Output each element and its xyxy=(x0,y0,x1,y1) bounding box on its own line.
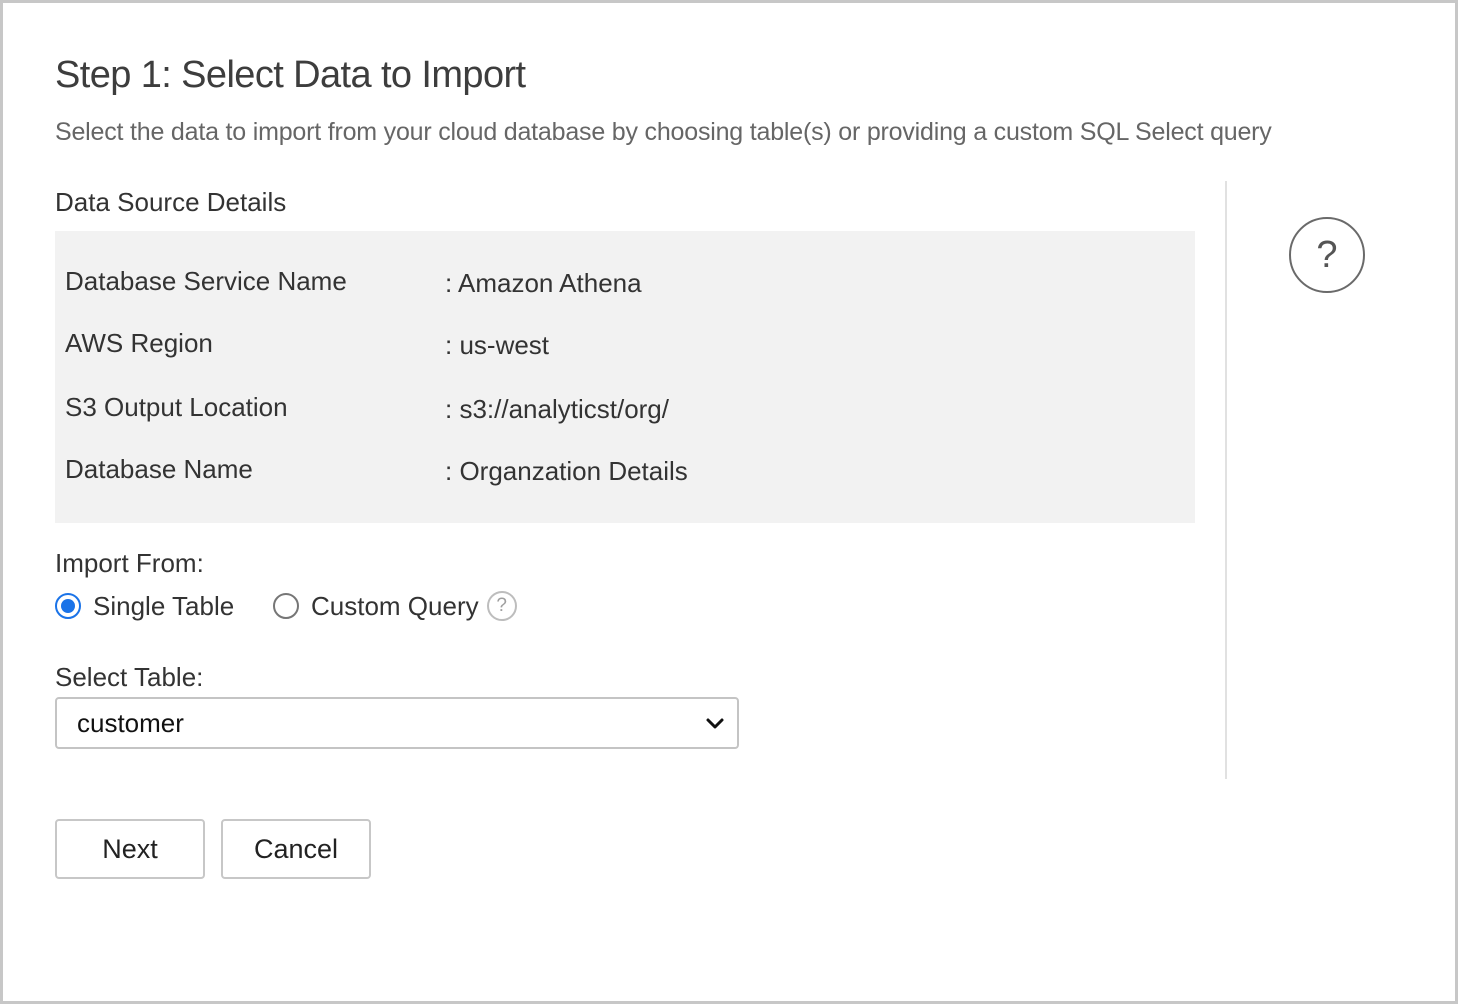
detail-label: AWS Region xyxy=(65,328,213,358)
next-button[interactable]: Next xyxy=(55,819,205,879)
radio-label: Custom Query xyxy=(311,591,479,621)
detail-row-s3-output: S3 Output Location s3://analyticst/org/ xyxy=(65,387,1185,427)
page-title: Step 1: Select Data to Import xyxy=(55,54,526,96)
help-circle-icon[interactable]: ? xyxy=(1289,217,1365,293)
detail-label: Database Name xyxy=(65,454,253,484)
radio-single-table[interactable]: Single Table xyxy=(55,587,234,625)
data-source-heading: Data Source Details xyxy=(55,187,287,217)
custom-query-help-icon[interactable]: ? xyxy=(486,591,517,621)
detail-value: s3://analyticst/org/ xyxy=(445,389,669,429)
radio-label: Single Table xyxy=(93,591,235,621)
cancel-button[interactable]: Cancel xyxy=(221,819,371,879)
detail-label: S3 Output Location xyxy=(65,392,288,422)
detail-value: us-west xyxy=(445,325,549,365)
table-select[interactable]: customer xyxy=(55,697,739,749)
vertical-divider xyxy=(1225,181,1227,779)
radio-custom-query[interactable]: Custom Query ? xyxy=(273,587,517,625)
detail-row-database-name: Database Name Organzation Details xyxy=(65,449,1185,489)
detail-value: Organzation Details xyxy=(445,451,687,491)
page-subtitle: Select the data to import from your clou… xyxy=(55,118,1272,146)
radio-selected-icon[interactable] xyxy=(55,593,81,619)
data-source-details-panel: Database Service Name Amazon Athena AWS … xyxy=(55,231,1195,523)
select-table-label: Select Table: xyxy=(55,662,204,692)
table-select-value: customer xyxy=(77,708,184,738)
import-dialog: Step 1: Select Data to Import Select the… xyxy=(0,0,1458,1004)
radio-unselected-icon[interactable] xyxy=(273,593,299,619)
import-from-label: Import From: xyxy=(55,548,204,578)
detail-row-service-name: Database Service Name Amazon Athena xyxy=(65,261,1185,301)
detail-label: Database Service Name xyxy=(65,266,347,296)
detail-row-aws-region: AWS Region us-west xyxy=(65,323,1185,363)
chevron-down-icon xyxy=(706,718,724,729)
detail-value: Amazon Athena xyxy=(445,263,642,303)
